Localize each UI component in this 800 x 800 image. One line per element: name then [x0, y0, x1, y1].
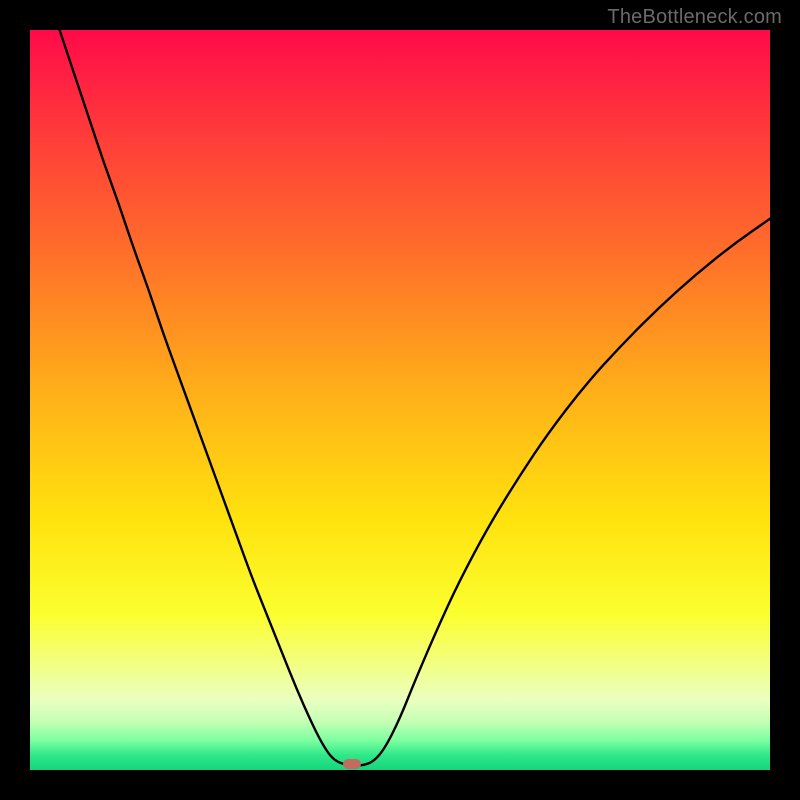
bottleneck-curve: [30, 30, 770, 770]
plot-area: [30, 30, 770, 770]
watermark-text: TheBottleneck.com: [607, 6, 782, 29]
optimal-marker: [343, 759, 361, 769]
chart-frame: TheBottleneck.com: [0, 0, 800, 800]
